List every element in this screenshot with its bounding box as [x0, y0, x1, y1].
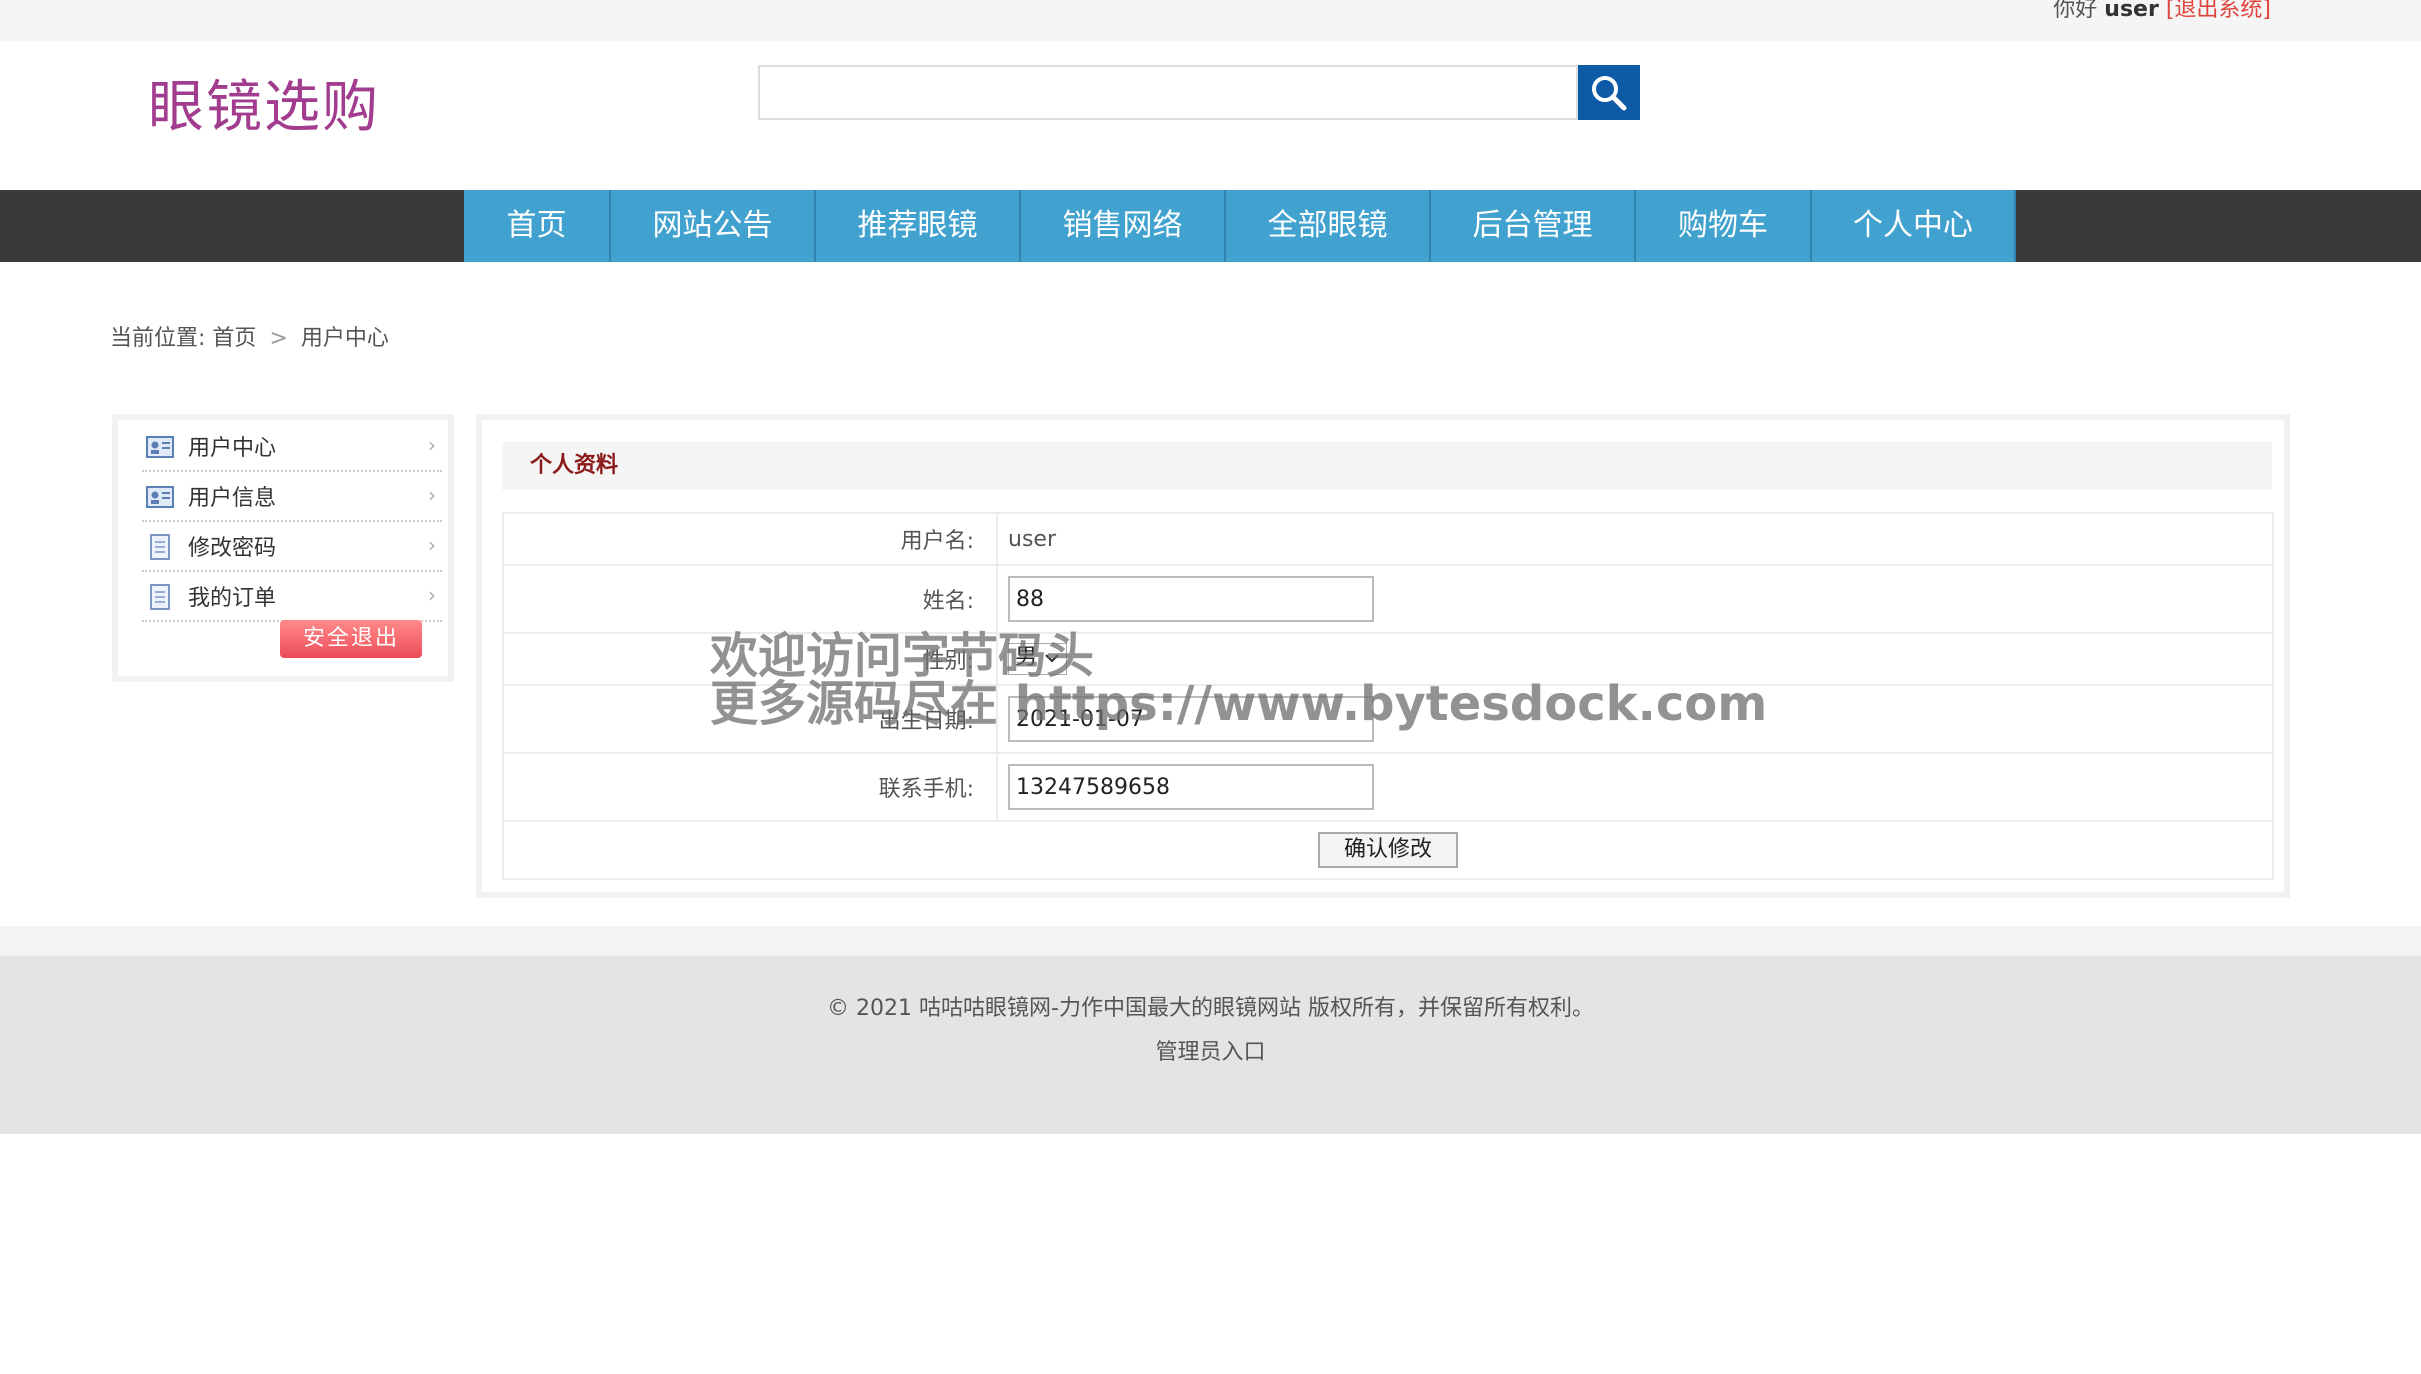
- form-row-gender: 性别: 男: [502, 632, 2274, 686]
- birthday-label: 出生日期:: [502, 684, 998, 754]
- site-logo[interactable]: 眼镜选购: [148, 72, 380, 144]
- chevron-right-icon: ›: [428, 433, 436, 457]
- chevron-down-icon: [1045, 654, 1059, 663]
- id-card-icon: [146, 436, 174, 458]
- gender-cell: 男: [996, 632, 2274, 686]
- panel-title: 个人资料: [530, 453, 619, 478]
- username-label: 用户名:: [502, 512, 998, 566]
- username-value: user: [996, 512, 2274, 566]
- name-cell: [996, 564, 2274, 634]
- birthday-cell: [996, 684, 2274, 754]
- breadcrumb-prefix: 当前位置:: [110, 326, 206, 351]
- search-icon: [1592, 75, 1627, 110]
- form-row-submit: 确认修改: [502, 820, 2274, 880]
- nav-item-sales-network[interactable]: 销售网络: [1021, 190, 1226, 262]
- profile-panel: 个人资料 用户名: user 姓名: 性别: 男: [476, 414, 2290, 898]
- form-row-username: 用户名: user: [502, 512, 2274, 566]
- name-label: 姓名:: [502, 564, 998, 634]
- form-row-birthday: 出生日期:: [502, 684, 2274, 754]
- profile-panel-inner: 个人资料 用户名: user 姓名: 性别: 男: [482, 420, 2284, 892]
- search-box: [758, 65, 1578, 120]
- nav-item-admin[interactable]: 后台管理: [1431, 190, 1636, 262]
- form-row-phone: 联系手机:: [502, 752, 2274, 822]
- sidebar-item-user-info[interactable]: 用户信息 ›: [142, 472, 442, 522]
- footer-divider: [0, 926, 2421, 956]
- search-button[interactable]: [1578, 65, 1640, 120]
- phone-label: 联系手机:: [502, 752, 998, 822]
- sidebar-item-label: 我的订单: [188, 586, 277, 611]
- profile-form: 用户名: user 姓名: 性别: 男: [502, 512, 2274, 880]
- phone-cell: [996, 752, 2274, 822]
- birthday-input[interactable]: [1008, 696, 1374, 742]
- nav-item-personal-center[interactable]: 个人中心: [1812, 190, 2016, 262]
- main-navbar: 首页 网站公告 推荐眼镜 销售网络 全部眼镜 后台管理 购物车 个人中心: [0, 190, 2421, 262]
- id-card-icon: [146, 486, 174, 508]
- gender-select[interactable]: 男: [1008, 643, 1068, 675]
- breadcrumb-home-link[interactable]: 首页: [212, 326, 256, 351]
- nav-item-recommended[interactable]: 推荐眼镜: [816, 190, 1021, 262]
- breadcrumb-current: 用户中心: [300, 326, 389, 351]
- sidebar-item-label: 修改密码: [188, 536, 277, 561]
- greeting-username: user: [2104, 0, 2159, 22]
- search-input[interactable]: [760, 67, 1576, 118]
- nav-item-cart[interactable]: 购物车: [1636, 190, 1812, 262]
- confirm-edit-button[interactable]: 确认修改: [1318, 832, 1458, 868]
- safe-logout-button[interactable]: 安全退出: [280, 620, 422, 658]
- panel-title-bar: 个人资料: [502, 442, 2272, 490]
- name-input[interactable]: [1008, 576, 1374, 622]
- sidebar-item-user-center[interactable]: 用户中心 ›: [142, 422, 442, 472]
- sidebar-item-my-orders[interactable]: 我的订单 ›: [142, 572, 442, 622]
- gender-label: 性别:: [502, 632, 998, 686]
- footer-copyright: © 2021 咕咕咕眼镜网-力作中国最大的眼镜网站 版权所有，并保留所有权利。: [827, 996, 1594, 1021]
- sidebar-item-label: 用户中心: [188, 436, 277, 461]
- nav-menu: 首页 网站公告 推荐眼镜 销售网络 全部眼镜 后台管理 购物车 个人中心: [464, 190, 2016, 262]
- top-bar: 你好 user [退出系统]: [0, 0, 2421, 41]
- user-greeting: 你好 user [退出系统]: [2053, 0, 2271, 26]
- breadcrumb: 当前位置: 首页 > 用户中心: [110, 322, 389, 356]
- sidebar-item-label: 用户信息: [188, 486, 277, 511]
- footer: © 2021 咕咕咕眼镜网-力作中国最大的眼镜网站 版权所有，并保留所有权利。 …: [0, 956, 2421, 1134]
- phone-input[interactable]: [1008, 764, 1374, 810]
- nav-item-all-glasses[interactable]: 全部眼镜: [1226, 190, 1431, 262]
- sidebar-item-change-password[interactable]: 修改密码 ›: [142, 522, 442, 572]
- document-icon: [150, 584, 170, 610]
- breadcrumb-separator: >: [269, 326, 288, 351]
- chevron-right-icon: ›: [428, 583, 436, 607]
- gender-selected-value: 男: [1015, 645, 1038, 670]
- chevron-right-icon: ›: [428, 533, 436, 557]
- chevron-right-icon: ›: [428, 483, 436, 507]
- nav-item-home[interactable]: 首页: [464, 190, 611, 262]
- submit-cell: 确认修改: [502, 820, 2274, 880]
- logout-link[interactable]: [退出系统]: [2166, 0, 2271, 22]
- form-row-name: 姓名:: [502, 564, 2274, 634]
- admin-entry-link[interactable]: 管理员入口: [0, 1038, 2421, 1068]
- nav-item-announcements[interactable]: 网站公告: [611, 190, 816, 262]
- greeting-text: 你好: [2053, 0, 2098, 22]
- document-icon: [150, 534, 170, 560]
